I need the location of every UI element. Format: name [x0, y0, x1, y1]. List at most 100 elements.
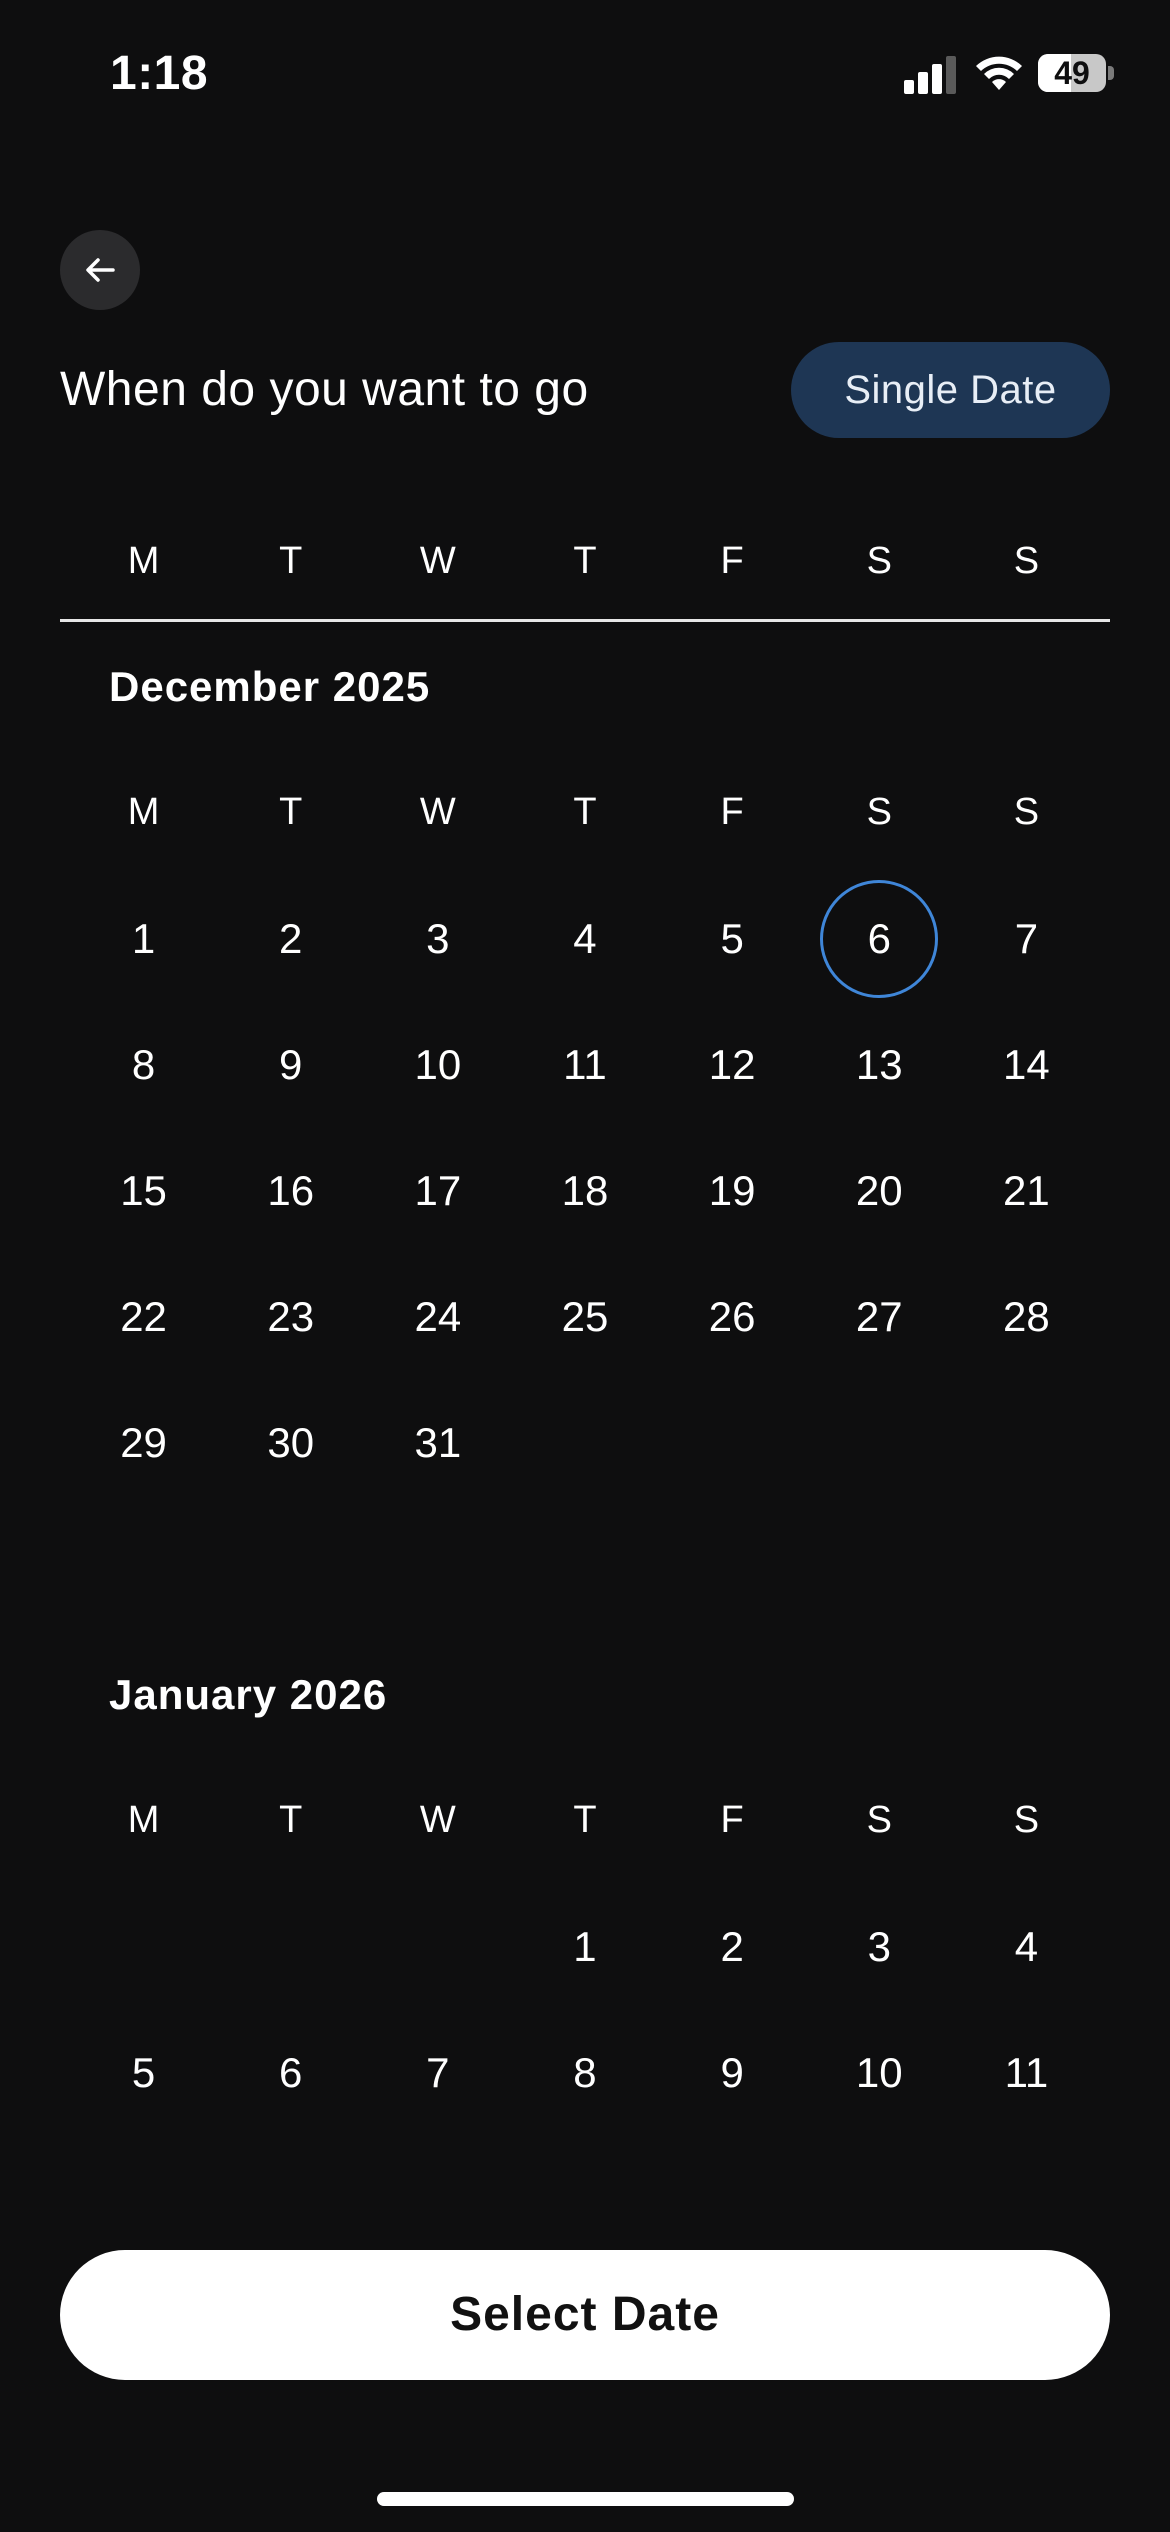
day-cell[interactable]: 12 — [659, 1002, 806, 1128]
day-cell[interactable]: 28 — [953, 1254, 1100, 1380]
day-number: 12 — [708, 1041, 756, 1088]
day-number: 21 — [1003, 1167, 1050, 1214]
day-cell[interactable]: 30 — [217, 1380, 364, 1506]
day-number: 11 — [563, 1041, 607, 1088]
day-cell[interactable]: 17 — [364, 1128, 511, 1254]
day-cell[interactable]: 29 — [70, 1380, 217, 1506]
day-grid: 1 2 3 4 5 6 7 8 9 10 11 12 13 14 15 16 17 18 19 20 21 22 23 24 2… — [70, 876, 1100, 1506]
day-number: 31 — [414, 1419, 462, 1466]
day-cell[interactable]: 11 — [511, 1002, 658, 1128]
weekday-label: F — [720, 1799, 744, 1841]
day-cell[interactable]: 19 — [659, 1128, 806, 1254]
day-cell[interactable]: 7 — [364, 2010, 511, 2136]
month-title: December 2025 — [109, 663, 431, 710]
day-cell[interactable]: 14 — [953, 1002, 1100, 1128]
day-cell[interactable]: 25 — [511, 1254, 658, 1380]
day-cell[interactable]: 24 — [364, 1254, 511, 1380]
empty-day-cell — [217, 1884, 364, 2010]
day-cell[interactable]: 20 — [806, 1128, 953, 1254]
empty-day-cell — [364, 1884, 511, 2010]
weekday-label: F — [720, 791, 744, 833]
day-number: 9 — [720, 2049, 744, 2096]
select-date-button[interactable]: Select Date — [60, 2250, 1110, 2380]
day-cell[interactable]: 7 — [953, 876, 1100, 1002]
weekday-label: T — [279, 1799, 303, 1841]
weekday-label: S — [866, 791, 892, 833]
day-number: 3 — [426, 915, 450, 962]
day-cell[interactable]: 10 — [806, 2010, 953, 2136]
day-number: 4 — [573, 915, 597, 962]
weekday-label: S — [866, 540, 892, 582]
header-divider — [60, 619, 1110, 622]
day-grid: 1 2 3 4 5 6 7 8 9 10 11 — [70, 1884, 1100, 2136]
day-number: 11 — [1004, 2049, 1049, 2096]
day-cell[interactable]: 4 — [511, 876, 658, 1002]
day-cell[interactable]: 11 — [953, 2010, 1100, 2136]
day-cell[interactable]: 9 — [659, 2010, 806, 2136]
day-number: 10 — [855, 2049, 903, 2096]
day-number: 2 — [279, 915, 303, 962]
wifi-icon — [976, 56, 1022, 90]
day-cell[interactable]: 3 — [806, 1884, 953, 2010]
day-cell[interactable]: 9 — [217, 1002, 364, 1128]
weekday-label: T — [279, 540, 303, 582]
weekday-label: S — [1013, 1799, 1040, 1841]
battery-icon: 49 — [1038, 54, 1106, 92]
arrow-left-icon — [86, 258, 115, 282]
day-cell[interactable]: 1 — [70, 876, 217, 1002]
signal-icon — [904, 56, 958, 94]
weekday-label: T — [279, 791, 303, 833]
day-cell[interactable]: 5 — [659, 876, 806, 1002]
day-cell[interactable]: 8 — [511, 2010, 658, 2136]
single-date-toggle[interactable]: Single Date — [791, 342, 1110, 438]
day-cell[interactable]: 1 — [511, 1884, 658, 2010]
day-cell[interactable]: 8 — [70, 1002, 217, 1128]
day-cell[interactable]: 23 — [217, 1254, 364, 1380]
day-cell[interactable]: 26 — [659, 1254, 806, 1380]
day-cell[interactable]: 4 — [953, 1884, 1100, 2010]
day-cell[interactable]: 21 — [953, 1128, 1100, 1254]
day-cell[interactable]: 18 — [511, 1128, 658, 1254]
day-number: 5 — [131, 2049, 156, 2096]
back-button[interactable] — [60, 230, 140, 310]
weekday-label: S — [1013, 791, 1040, 833]
battery-percent: 49 — [1054, 55, 1090, 91]
day-cell[interactable]: 2 — [659, 1884, 806, 2010]
day-number: 8 — [573, 2049, 597, 2096]
day-cell[interactable]: 2 — [217, 876, 364, 1002]
day-cell[interactable]: 27 — [806, 1254, 953, 1380]
weekday-label: F — [720, 540, 744, 582]
day-number: 27 — [855, 1293, 903, 1340]
day-number: 8 — [131, 1041, 156, 1088]
day-cell[interactable]: 3 — [364, 876, 511, 1002]
day-cell[interactable]: 10 — [364, 1002, 511, 1128]
day-cell[interactable]: 5 — [70, 2010, 217, 2136]
weekday-label: W — [419, 540, 456, 582]
day-cell-selected[interactable]: 6 — [806, 876, 953, 1002]
day-number: 29 — [120, 1419, 167, 1466]
day-number: 15 — [120, 1167, 167, 1214]
day-number: 6 — [279, 2049, 303, 2096]
weekday-label: T — [573, 1799, 597, 1841]
day-number: 9 — [279, 1041, 303, 1088]
day-number: 20 — [855, 1167, 903, 1214]
day-cell[interactable]: 31 — [364, 1380, 511, 1506]
day-number: 10 — [414, 1041, 462, 1088]
weekday-label: T — [573, 791, 597, 833]
status-time: 1:18 — [110, 47, 209, 100]
day-number: 19 — [708, 1167, 756, 1214]
day-cell[interactable]: 13 — [806, 1002, 953, 1128]
day-number: 2 — [720, 1923, 744, 1970]
month-weekday-row: M T W T F S S — [70, 782, 1100, 842]
weekday-header: M T W T F S S — [70, 531, 1100, 591]
day-cell[interactable]: 15 — [70, 1128, 217, 1254]
day-number: 4 — [1014, 1923, 1039, 1970]
weekday-label: M — [127, 791, 160, 833]
day-cell[interactable]: 6 — [217, 2010, 364, 2136]
day-cell[interactable]: 22 — [70, 1254, 217, 1380]
day-cell[interactable]: 16 — [217, 1128, 364, 1254]
day-number: 26 — [708, 1293, 756, 1340]
day-number: 17 — [414, 1167, 462, 1214]
weekday-label: T — [573, 540, 597, 582]
battery-tip — [1108, 66, 1114, 80]
